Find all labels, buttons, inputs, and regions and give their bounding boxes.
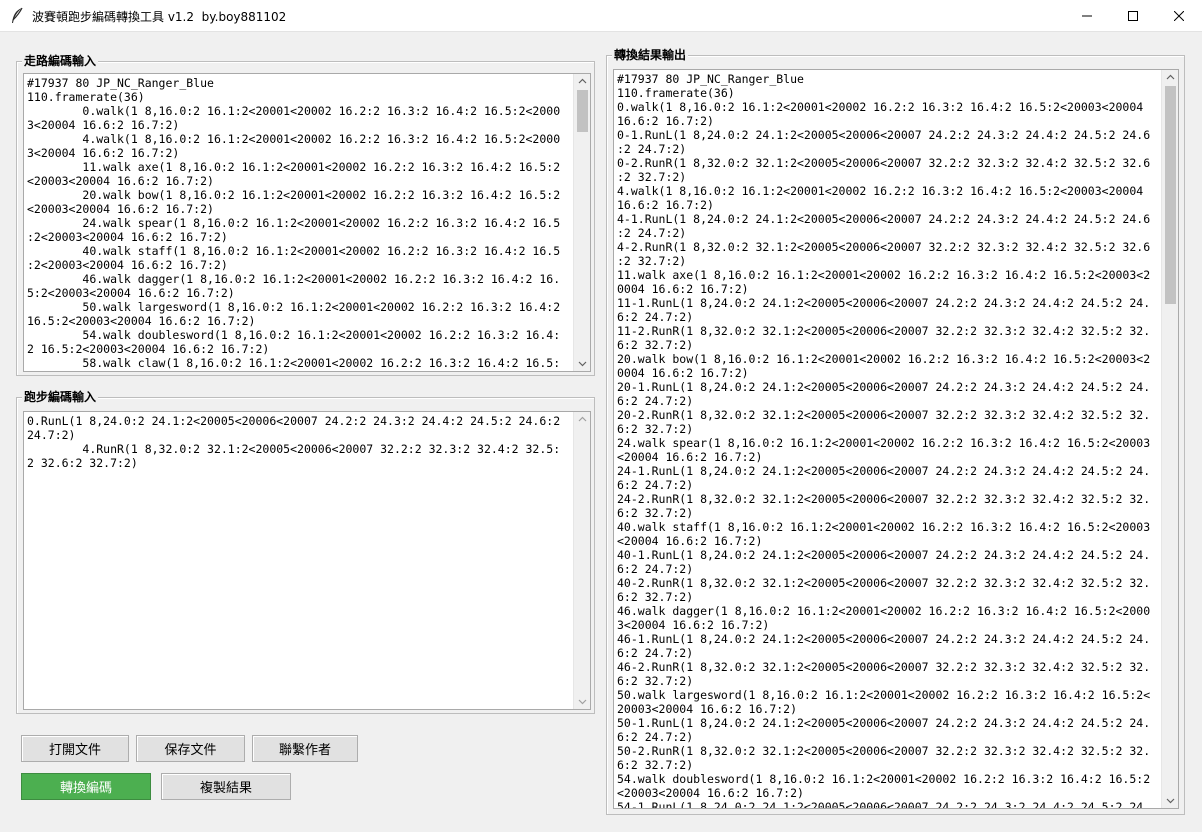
run-input-label: 跑步編碼輸入: [22, 389, 99, 405]
chevron-down-icon[interactable]: [1162, 794, 1178, 808]
close-button[interactable]: [1156, 0, 1202, 32]
chevron-down-icon[interactable]: [574, 695, 590, 709]
save-file-button[interactable]: 保存文件: [136, 735, 245, 762]
window-title: 波賽頓跑步編碼轉換工具 v1.2 by.boy881102: [32, 10, 287, 24]
output-scrollbar[interactable]: [1161, 70, 1178, 808]
walk-input-text: #17937 80 JP_NC_Ranger_Blue 110.framerat…: [27, 76, 561, 370]
walk-input-scrollbar[interactable]: [573, 74, 590, 371]
chevron-down-icon[interactable]: [574, 357, 590, 371]
walk-input-label: 走路編碼輸入: [22, 53, 99, 69]
walk-input-group: 走路編碼輸入 #17937 80 JP_NC_Ranger_Blue 110.f…: [16, 53, 595, 376]
maximize-button[interactable]: [1110, 0, 1156, 32]
chevron-up-icon[interactable]: [574, 412, 590, 426]
contact-author-button[interactable]: 聯繫作者: [252, 735, 358, 762]
run-input-scrollbar[interactable]: [573, 412, 590, 709]
maximize-icon: [1128, 11, 1138, 21]
chevron-up-icon[interactable]: [574, 74, 590, 88]
walk-input-scroll-thumb[interactable]: [577, 90, 588, 132]
output-group: 轉換結果輸出 #17937 80 JP_NC_Ranger_Blue 110.f…: [606, 47, 1185, 815]
convert-button[interactable]: 轉換編碼: [21, 773, 151, 800]
minimize-icon: [1082, 11, 1092, 21]
run-input-textarea[interactable]: 0.RunL(1 8,24.0:2 24.1:2<20005<20006<200…: [23, 411, 591, 710]
run-input-text: 0.RunL(1 8,24.0:2 24.1:2<20005<20006<200…: [27, 414, 561, 470]
feather-icon: [10, 7, 24, 25]
run-input-group: 跑步編碼輸入 0.RunL(1 8,24.0:2 24.1:2<20005<20…: [16, 389, 595, 714]
title-bar: 波賽頓跑步編碼轉換工具 v1.2 by.boy881102: [0, 0, 1202, 32]
output-text: #17937 80 JP_NC_Ranger_Blue 110.framerat…: [617, 72, 1151, 809]
chevron-up-icon[interactable]: [1162, 70, 1178, 84]
output-scroll-thumb[interactable]: [1165, 86, 1176, 304]
minimize-button[interactable]: [1064, 0, 1110, 32]
copy-result-button[interactable]: 複製結果: [161, 773, 291, 800]
walk-input-textarea[interactable]: #17937 80 JP_NC_Ranger_Blue 110.framerat…: [23, 73, 591, 372]
output-textarea[interactable]: #17937 80 JP_NC_Ranger_Blue 110.framerat…: [613, 69, 1179, 809]
output-label: 轉換結果輸出: [612, 47, 689, 63]
open-file-button[interactable]: 打開文件: [21, 735, 129, 762]
close-icon: [1174, 11, 1184, 21]
